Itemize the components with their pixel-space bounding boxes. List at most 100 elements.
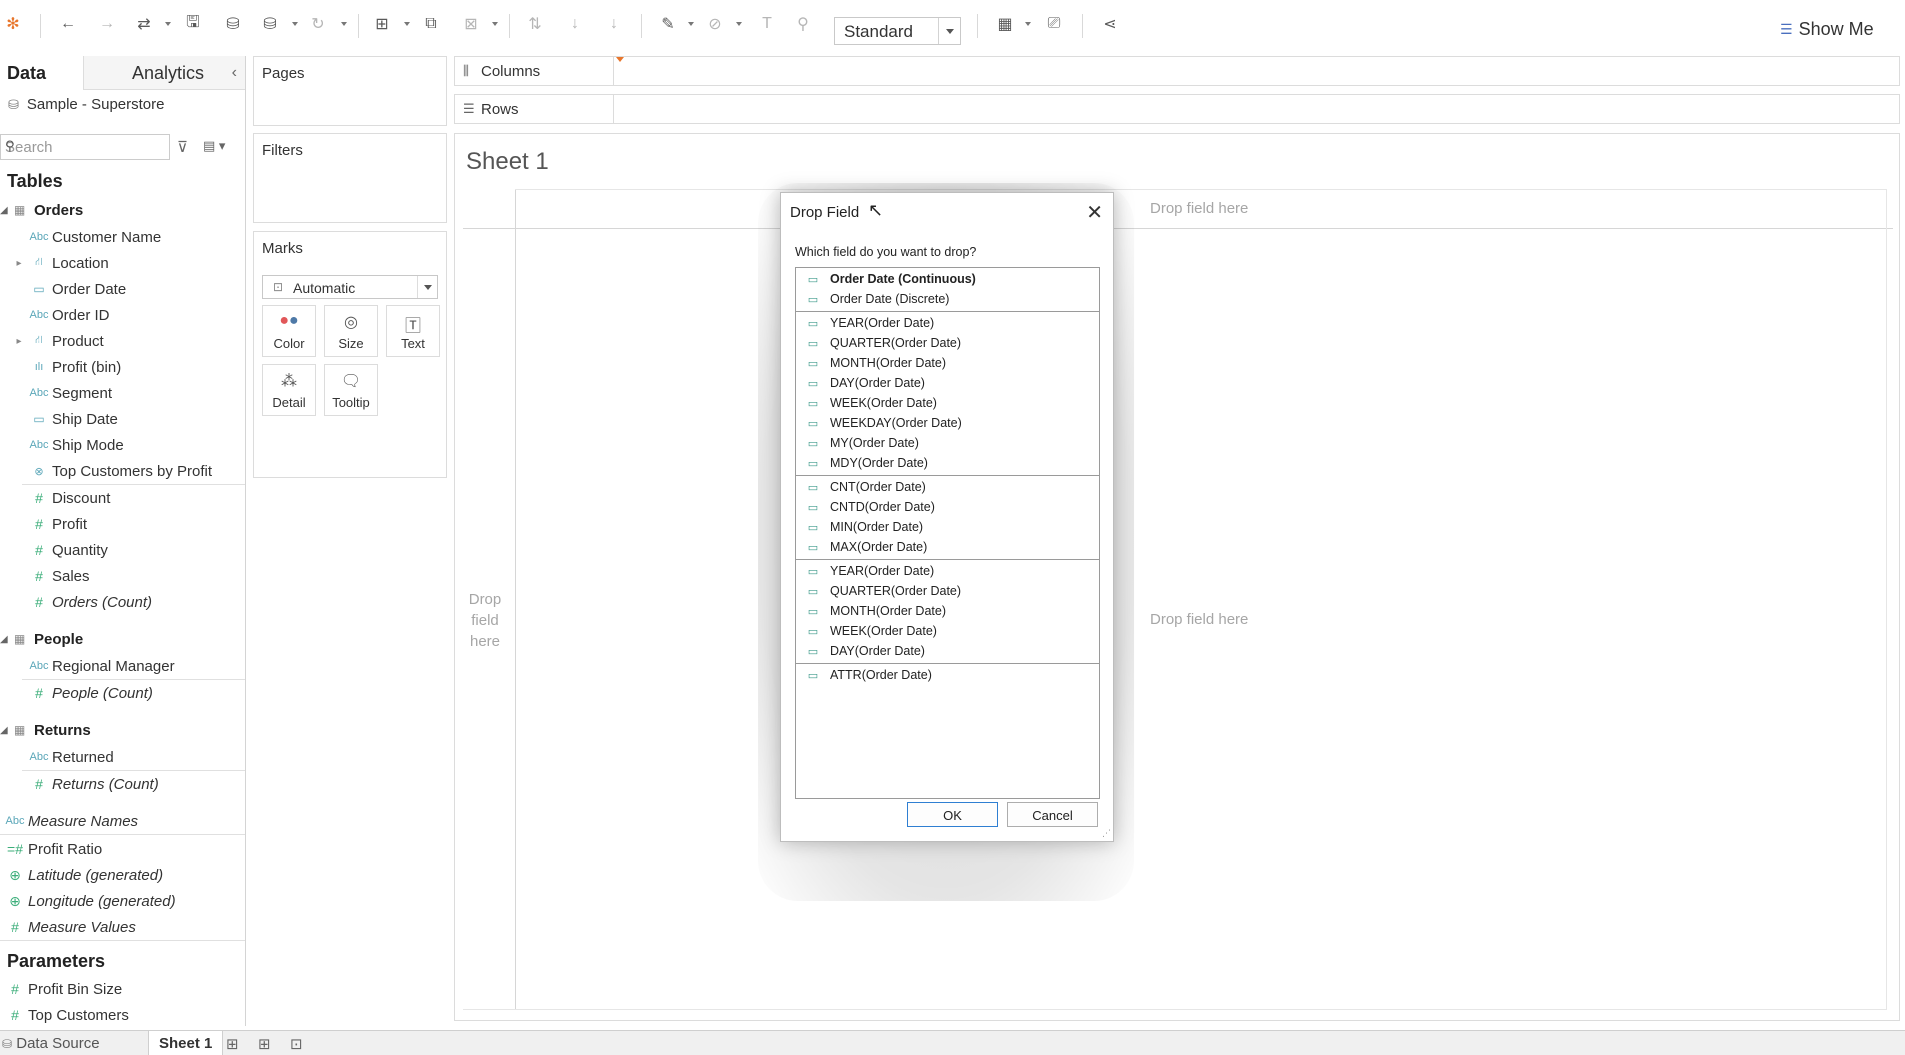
- rows-drop-hint[interactable]: Drop field here: [461, 589, 509, 652]
- option-cntd[interactable]: ▭ CNTD(Order Date): [796, 497, 1099, 517]
- field-segment[interactable]: Abc Segment: [0, 381, 245, 405]
- option-quarter[interactable]: ▭ QUARTER(Order Date): [796, 333, 1099, 353]
- field-returned[interactable]: Abc Returned: [0, 745, 245, 769]
- duplicate-sheet-icon[interactable]: ⧉: [420, 13, 442, 35]
- replay-icon[interactable]: ⇄: [133, 13, 155, 35]
- field-latitude[interactable]: ⊕ Latitude (generated): [0, 863, 245, 887]
- new-worksheet-icon[interactable]: ⊞: [371, 13, 393, 35]
- option-year[interactable]: ▭ YEAR(Order Date): [796, 313, 1099, 333]
- field-customer-name[interactable]: Abc Customer Name: [0, 225, 245, 249]
- option-mdy[interactable]: ▭ MDY(Order Date): [796, 453, 1099, 473]
- new-story-icon[interactable]: ⊡: [290, 1035, 303, 1053]
- option-week-continuous[interactable]: ▭ WEEK(Order Date): [796, 621, 1099, 641]
- pages-card[interactable]: Pages: [253, 56, 447, 126]
- field-people-count[interactable]: # People (Count): [0, 681, 245, 705]
- param-profit-bin-size[interactable]: # Profit Bin Size: [0, 977, 245, 1001]
- new-datasource-icon[interactable]: ⛁: [222, 13, 244, 35]
- option-cnt[interactable]: ▭ CNT(Order Date): [796, 477, 1099, 497]
- show-cards-icon[interactable]: ▦: [994, 13, 1016, 35]
- fit-select[interactable]: Standard: [834, 17, 961, 45]
- share-icon[interactable]: ⋖: [1099, 13, 1121, 35]
- field-location[interactable]: ▸ ⛙ Location: [0, 251, 245, 275]
- field-top-customers-by-profit[interactable]: ⊗ Top Customers by Profit: [0, 459, 245, 483]
- resize-grip-icon[interactable]: ⋰: [1102, 828, 1111, 839]
- field-order-id[interactable]: Abc Order ID: [0, 303, 245, 327]
- detail-button[interactable]: ⁂ Detail: [262, 364, 316, 416]
- view-options-icon[interactable]: ▤ ▾: [203, 138, 225, 154]
- field-quantity[interactable]: # Quantity: [0, 538, 245, 562]
- text-button[interactable]: 🅃 Text: [386, 305, 440, 357]
- field-profit[interactable]: # Profit: [0, 512, 245, 536]
- option-day-continuous[interactable]: ▭ DAY(Order Date): [796, 641, 1099, 661]
- field-returns-count[interactable]: # Returns (Count): [0, 772, 245, 796]
- sort-ascending-icon[interactable]: ↓: [564, 13, 586, 35]
- columns-shelf[interactable]: ⫼ Columns: [454, 56, 1900, 86]
- expand-icon[interactable]: ▸: [12, 258, 26, 269]
- option-year-continuous[interactable]: ▭ YEAR(Order Date): [796, 561, 1099, 581]
- field-ship-mode[interactable]: Abc Ship Mode: [0, 433, 245, 457]
- new-dashboard-icon[interactable]: ⊞: [258, 1035, 271, 1053]
- option-my[interactable]: ▭ MY(Order Date): [796, 433, 1099, 453]
- presentation-icon[interactable]: ⎚: [1043, 13, 1065, 35]
- field-measure-names[interactable]: Abc Measure Names: [0, 809, 245, 833]
- mark-type-select[interactable]: ⊡ Automatic: [262, 275, 438, 299]
- save-icon[interactable]: 🖫: [182, 13, 204, 35]
- filters-card[interactable]: Filters: [253, 133, 447, 223]
- search-input[interactable]: Search ⚲: [0, 134, 170, 160]
- rows-shelf[interactable]: ☰ Rows: [454, 94, 1900, 124]
- close-icon[interactable]: ✕: [1086, 200, 1103, 225]
- swap-icon[interactable]: ⇅: [524, 13, 546, 35]
- field-measure-values[interactable]: # Measure Values: [0, 915, 245, 939]
- field-regional-manager[interactable]: Abc Regional Manager: [0, 654, 245, 678]
- field-discount[interactable]: # Discount: [0, 486, 245, 510]
- ok-button[interactable]: OK: [907, 802, 998, 827]
- option-week[interactable]: ▭ WEEK(Order Date): [796, 393, 1099, 413]
- data-source-tab[interactable]: ⛁ Data Source: [2, 1035, 100, 1052]
- new-worksheet-icon[interactable]: ⊞: [226, 1035, 239, 1053]
- clear-sheet-icon[interactable]: ⊠: [460, 13, 482, 35]
- sort-descending-icon[interactable]: ↓: [603, 13, 625, 35]
- sheet-title[interactable]: Sheet 1: [466, 148, 549, 176]
- option-quarter-continuous[interactable]: ▭ QUARTER(Order Date): [796, 581, 1099, 601]
- sheet-view[interactable]: Sheet 1 Drop field here Drop field here …: [454, 133, 1900, 1021]
- color-button[interactable]: ●● Color: [262, 305, 316, 357]
- field-longitude[interactable]: ⊕ Longitude (generated): [0, 889, 245, 913]
- field-ship-date[interactable]: ▭ Ship Date: [0, 407, 245, 431]
- tab-sheet-1[interactable]: Sheet 1: [148, 1031, 224, 1055]
- option-month[interactable]: ▭ MONTH(Order Date): [796, 353, 1099, 373]
- option-min[interactable]: ▭ MIN(Order Date): [796, 517, 1099, 537]
- field-orders-count[interactable]: # Orders (Count): [0, 590, 245, 614]
- collapse-pane-icon[interactable]: ‹: [232, 64, 237, 82]
- filter-icon[interactable]: ⊽: [177, 138, 188, 156]
- option-order-date-discrete[interactable]: ▭ Order Date (Discrete): [796, 289, 1099, 309]
- option-attr[interactable]: ▭ ATTR(Order Date): [796, 665, 1099, 685]
- table-returns[interactable]: ◢ ▦ Returns: [0, 718, 91, 742]
- tab-analytics[interactable]: Analytics: [83, 56, 245, 90]
- field-product[interactable]: ▸ ⛙ Product: [0, 329, 245, 353]
- table-orders[interactable]: ◢ ▦ Orders: [0, 198, 83, 222]
- size-button[interactable]: ◎ Size: [324, 305, 378, 357]
- field-profit-bin[interactable]: ılı Profit (bin): [0, 355, 245, 379]
- view-drop-hint[interactable]: Drop field here: [1150, 611, 1248, 628]
- field-option-list[interactable]: ▭ Order Date (Continuous) ▭ Order Date (Di…: [795, 267, 1100, 799]
- option-day[interactable]: ▭ DAY(Order Date): [796, 373, 1099, 393]
- columns-drop-hint[interactable]: Drop field here: [1150, 200, 1248, 217]
- cancel-button[interactable]: Cancel: [1007, 802, 1098, 827]
- option-weekday[interactable]: ▭ WEEKDAY(Order Date): [796, 413, 1099, 433]
- expand-icon[interactable]: ▸: [12, 336, 26, 347]
- redo-icon[interactable]: →: [96, 13, 118, 35]
- table-people[interactable]: ◢ ▦ People: [0, 627, 83, 651]
- datasource-item[interactable]: ⛁ Sample - Superstore: [8, 96, 164, 113]
- undo-icon[interactable]: ←: [57, 13, 79, 35]
- field-sales[interactable]: # Sales: [0, 564, 245, 588]
- field-profit-ratio[interactable]: =# Profit Ratio: [0, 837, 245, 861]
- option-month-continuous[interactable]: ▭ MONTH(Order Date): [796, 601, 1099, 621]
- param-top-customers[interactable]: # Top Customers: [0, 1003, 245, 1026]
- group-icon[interactable]: ⊘: [704, 13, 726, 35]
- show-me-button[interactable]: ☰ Show Me: [1780, 19, 1874, 40]
- pin-icon[interactable]: ⚲: [792, 13, 814, 35]
- tab-data[interactable]: Data: [7, 63, 46, 84]
- field-order-date[interactable]: ▭ Order Date: [0, 277, 245, 301]
- labels-icon[interactable]: T: [756, 13, 778, 35]
- option-order-date-continuous[interactable]: ▭ Order Date (Continuous): [796, 269, 1099, 289]
